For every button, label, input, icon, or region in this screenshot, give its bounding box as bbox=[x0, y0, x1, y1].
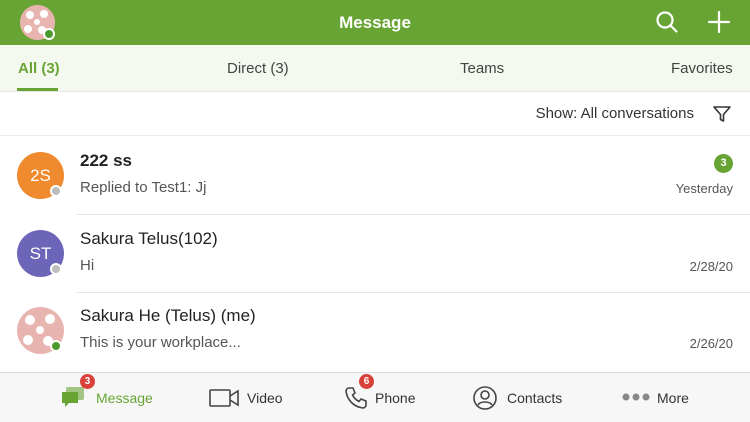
tab-teams[interactable]: Teams bbox=[460, 45, 504, 92]
phone-badge: 6 bbox=[359, 374, 374, 389]
conversation-date: 2/28/20 bbox=[689, 259, 733, 274]
search-icon[interactable] bbox=[654, 9, 680, 35]
conversation-preview: Hi bbox=[80, 257, 95, 274]
app-header: Message bbox=[0, 0, 750, 45]
conversation-tabs: All (3) Direct (3) Teams Favorites bbox=[0, 45, 750, 92]
nav-label: Message bbox=[96, 390, 153, 406]
nav-message[interactable]: 3 Message bbox=[58, 373, 158, 422]
conversation-preview: Replied to Test1: Jj bbox=[80, 179, 207, 196]
nav-label: Phone bbox=[375, 390, 416, 406]
tab-all[interactable]: All (3) bbox=[18, 45, 60, 92]
nav-contacts[interactable]: Contacts bbox=[473, 373, 573, 422]
conversation-date: 2/26/20 bbox=[689, 336, 733, 351]
page-title: Message bbox=[339, 13, 411, 32]
filter-bar: Show: All conversations bbox=[0, 92, 750, 136]
conversation-date: Yesterday bbox=[675, 181, 733, 196]
presence-offline-indicator bbox=[50, 263, 62, 275]
more-icon bbox=[622, 393, 650, 401]
unread-badge: 3 bbox=[714, 154, 733, 173]
conversation-preview: This is your workplace... bbox=[80, 334, 241, 351]
video-icon bbox=[209, 389, 239, 407]
nav-more[interactable]: More bbox=[622, 373, 702, 422]
contacts-icon bbox=[473, 386, 497, 410]
conversation-name: Sakura He (Telus) (me) bbox=[80, 306, 256, 325]
nav-video[interactable]: Video bbox=[209, 373, 289, 422]
active-tab-indicator bbox=[17, 88, 58, 91]
presence-offline-indicator bbox=[50, 185, 62, 197]
filter-icon[interactable] bbox=[712, 104, 732, 124]
conversation-name: 222 ss bbox=[80, 151, 132, 170]
conversation-row[interactable]: Sakura He (Telus) (me) This is your work… bbox=[0, 292, 750, 370]
conversation-row[interactable]: ST Sakura Telus(102) Hi 2/28/20 bbox=[0, 215, 750, 293]
nav-label: More bbox=[657, 390, 689, 406]
conversation-row[interactable]: 2S 222 ss Replied to Test1: Jj 3 Yesterd… bbox=[0, 137, 750, 215]
phone-icon bbox=[345, 387, 367, 409]
conversation-name: Sakura Telus(102) bbox=[80, 229, 218, 248]
tab-direct[interactable]: Direct (3) bbox=[227, 45, 289, 92]
message-badge: 3 bbox=[80, 374, 95, 389]
tab-favorites[interactable]: Favorites bbox=[671, 45, 733, 92]
message-icon bbox=[62, 387, 84, 407]
presence-online-indicator bbox=[50, 340, 62, 352]
nav-phone[interactable]: 6 Phone bbox=[344, 373, 424, 422]
filter-selector[interactable]: Show: All conversations bbox=[536, 92, 694, 136]
bottom-nav: 3 Message Video 6 Phone Contacts More bbox=[0, 372, 750, 422]
add-icon[interactable] bbox=[706, 9, 732, 35]
nav-label: Contacts bbox=[507, 390, 563, 406]
nav-label: Video bbox=[247, 390, 283, 406]
